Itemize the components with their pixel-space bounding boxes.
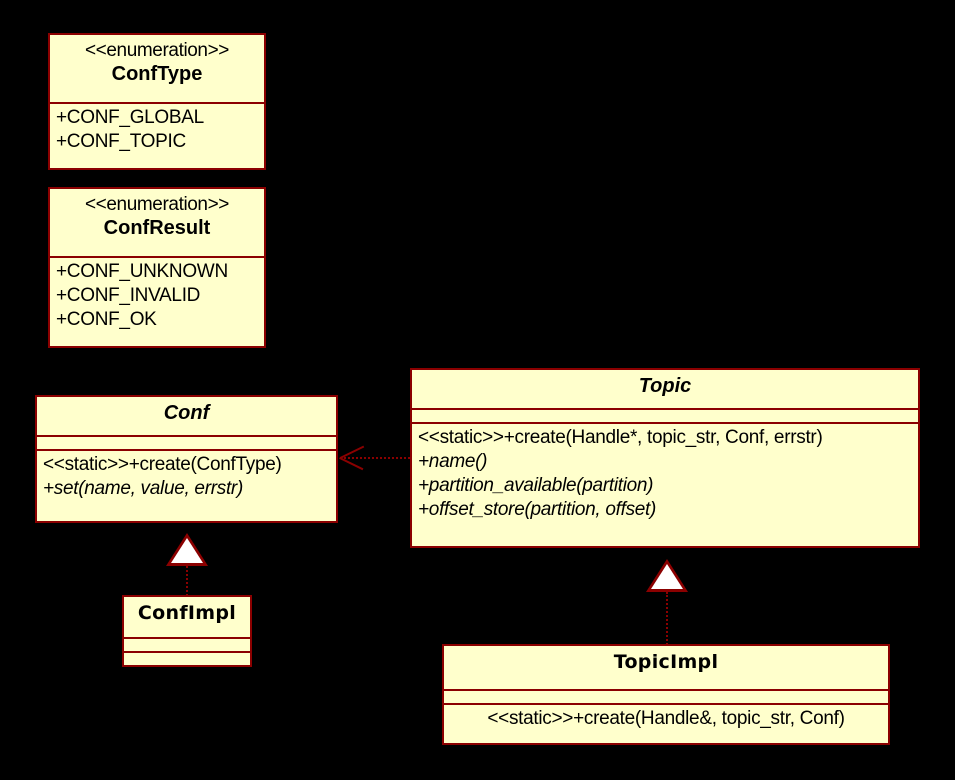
operation-row: <<static>>+create(Handle*, topic_str, Co… bbox=[418, 427, 823, 448]
class-box-conf-result[interactable]: <<enumeration>> ConfResult +CONF_UNKNOWN… bbox=[48, 187, 266, 348]
class-name-conf-result: ConfResult bbox=[103, 217, 211, 239]
class-box-topic[interactable]: Topic <<static>>+create(Handle*, topic_s… bbox=[410, 368, 920, 548]
dependency-arrowhead-topic-conf bbox=[339, 445, 370, 471]
class-name-conf-type: ConfType bbox=[111, 63, 203, 85]
enum-literal: +CONF_OK bbox=[56, 309, 157, 330]
operations-compartment-conf: <<static>>+create(ConfType) +set(name, v… bbox=[37, 449, 336, 504]
operation-row: +name() bbox=[418, 451, 488, 472]
operations-compartment-topic: <<static>>+create(Handle*, topic_str, Co… bbox=[412, 422, 918, 525]
arrowhead-barb-lower bbox=[339, 457, 364, 471]
operations-compartment-topic-impl: <<static>>+create(Handle&, topic_str, Co… bbox=[444, 703, 888, 734]
class-box-conf-impl[interactable]: ConfImpl bbox=[122, 595, 252, 667]
class-header-conf: Conf bbox=[37, 397, 336, 435]
enum-literal: +CONF_INVALID bbox=[56, 285, 201, 306]
operation-row: <<static>>+create(Handle&, topic_str, Co… bbox=[487, 708, 845, 729]
realization-line-topic-impl bbox=[666, 592, 668, 645]
class-name-topic: Topic bbox=[638, 375, 692, 397]
class-box-conf[interactable]: Conf <<static>>+create(ConfType) +set(na… bbox=[35, 395, 338, 523]
class-header-topic: Topic bbox=[412, 370, 918, 408]
arrowhead-barb-upper bbox=[340, 445, 365, 459]
class-header-conf-impl: ConfImpl bbox=[124, 597, 250, 637]
attributes-compartment-topic bbox=[412, 408, 918, 422]
literals-compartment-conf-type: +CONF_GLOBAL +CONF_TOPIC bbox=[50, 102, 264, 157]
operation-row: +partition_available(partition) bbox=[418, 475, 654, 496]
realization-triangle-topic-impl bbox=[646, 559, 688, 592]
uml-diagram-canvas: <<enumeration>> ConfType +CONF_GLOBAL +C… bbox=[0, 0, 955, 780]
attributes-compartment-conf-impl bbox=[124, 637, 250, 651]
class-name-conf-impl: ConfImpl bbox=[137, 602, 237, 624]
operation-row: +offset_store(partition, offset) bbox=[418, 499, 657, 520]
realization-line-conf-impl bbox=[186, 566, 188, 596]
literals-compartment-conf-result: +CONF_UNKNOWN +CONF_INVALID +CONF_OK bbox=[50, 256, 264, 335]
operations-compartment-conf-impl bbox=[124, 651, 250, 665]
stereotype-label-conf-type: <<enumeration>> bbox=[84, 40, 229, 61]
class-box-topic-impl[interactable]: TopicImpl <<static>>+create(Handle&, top… bbox=[442, 644, 890, 745]
realization-triangle-conf-impl bbox=[166, 533, 208, 566]
enum-literal: +CONF_UNKNOWN bbox=[56, 261, 228, 282]
enum-literal: +CONF_TOPIC bbox=[56, 131, 186, 152]
class-header-conf-type: <<enumeration>> ConfType bbox=[50, 35, 264, 102]
enum-literal: +CONF_GLOBAL bbox=[56, 107, 204, 128]
class-name-conf: Conf bbox=[163, 402, 210, 424]
stereotype-label-conf-result: <<enumeration>> bbox=[84, 194, 229, 215]
attributes-compartment-conf bbox=[37, 435, 336, 449]
class-box-conf-type[interactable]: <<enumeration>> ConfType +CONF_GLOBAL +C… bbox=[48, 33, 266, 170]
class-header-conf-result: <<enumeration>> ConfResult bbox=[50, 189, 264, 256]
operation-row: <<static>>+create(ConfType) bbox=[43, 454, 282, 475]
class-name-topic-impl: TopicImpl bbox=[613, 651, 719, 673]
operation-row: +set(name, value, errstr) bbox=[43, 478, 243, 499]
attributes-compartment-topic-impl bbox=[444, 689, 888, 703]
class-header-topic-impl: TopicImpl bbox=[444, 646, 888, 689]
